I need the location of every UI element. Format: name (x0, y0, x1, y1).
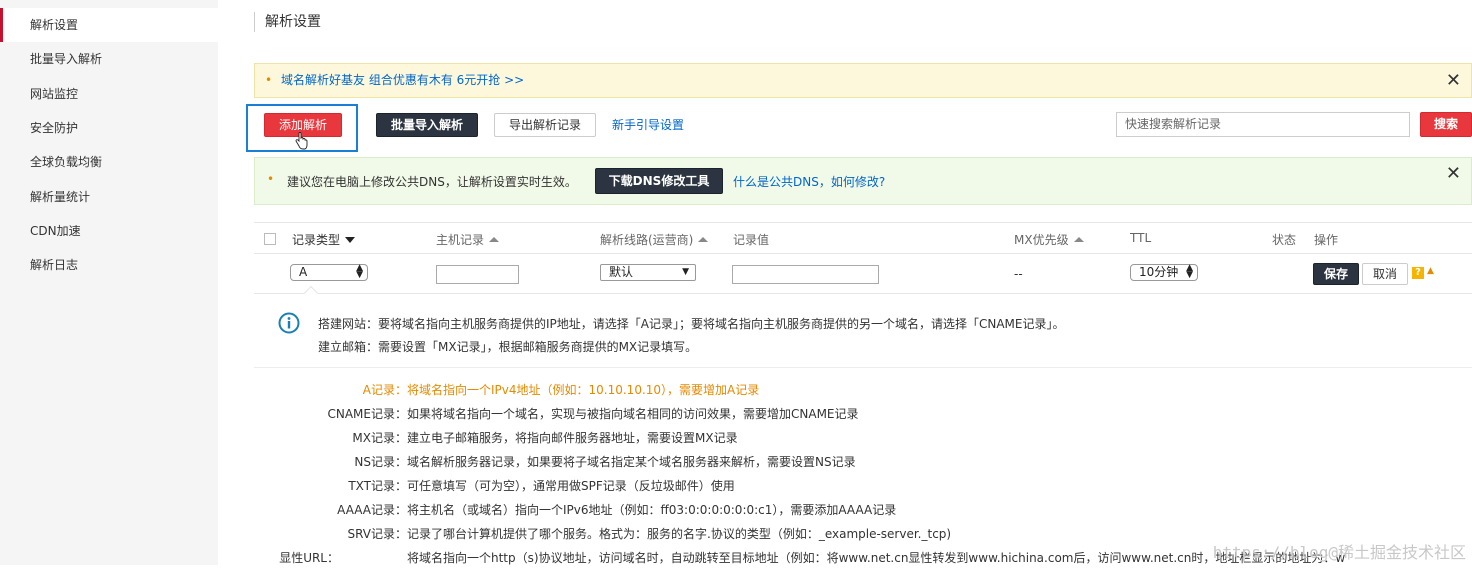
tip-text: 建议您在电脑上修改公共DNS，让解析设置实时生效。 (287, 173, 577, 190)
select-all-checkbox[interactable] (264, 233, 276, 245)
close-icon[interactable]: ✕ (1446, 64, 1461, 97)
col-action: 操作 (1314, 231, 1338, 248)
sidebar-item-load-balance[interactable]: 全球负载均衡 (0, 145, 218, 179)
promo-link[interactable]: 域名解析好基友 组合优惠有木有 6元开抢 >> (281, 73, 524, 87)
edit-row: A▲▼ 默认▼ -- 10分钟▲▼ 保存 取消 ? ▲ (254, 255, 1472, 293)
col-status: 状态 (1272, 231, 1296, 248)
cancel-button[interactable]: 取消 (1362, 263, 1408, 285)
info-icon (278, 312, 300, 334)
page-title: 解析设置 (254, 12, 321, 32)
record-desc-mx: MX记录：建立电子邮箱服务，将指向邮件服务器地址，需要设置MX记录 (254, 429, 1472, 449)
record-desc-txt: TXT记录：可任意填写（可为空），通常用做SPF记录（反垃圾邮件）使用 (254, 477, 1472, 497)
ttl-select[interactable]: 10分钟▲▼ (1130, 264, 1198, 281)
sort-up-icon (698, 237, 708, 242)
search-button[interactable]: 搜索 (1420, 112, 1472, 137)
record-desc-aaaa: AAAA记录：将主机名（或域名）指向一个IPv6地址（例如：ff03:0:0:0… (254, 501, 1472, 521)
record-type-select[interactable]: A▲▼ (290, 264, 368, 281)
col-value: 记录值 (733, 231, 769, 248)
col-ttl: TTL (1130, 231, 1151, 245)
sidebar-item-statistics[interactable]: 解析量统计 (0, 180, 218, 214)
sort-up-icon (1074, 237, 1084, 242)
sidebar-item-cdn[interactable]: CDN加速 (0, 214, 218, 248)
sidebar-item-dns-settings[interactable]: 解析设置 (0, 8, 218, 42)
batch-import-button[interactable]: 批量导入解析 (376, 113, 478, 137)
line-select[interactable]: 默认▼ (600, 264, 696, 281)
search-input[interactable]: 快速搜索解析记录 (1116, 112, 1410, 137)
promo-banner: • 域名解析好基友 组合优惠有木有 6元开抢 >> ✕ (254, 63, 1472, 98)
download-dns-tool-button[interactable]: 下载DNS修改工具 (595, 168, 723, 194)
record-value-input[interactable] (732, 265, 879, 284)
sidebar-item-logs[interactable]: 解析日志 (0, 248, 218, 282)
watermark: https://blog@稀土掘金技术社区 (1213, 539, 1466, 563)
export-records-button[interactable]: 导出解析记录 (494, 113, 596, 137)
public-dns-help-link[interactable]: 什么是公共DNS，如何修改? (733, 173, 885, 190)
record-desc-cname: CNAME记录：如果将域名指向一个域名，实现与被指向域名相同的访问效果，需要增加… (254, 405, 1472, 425)
help-panel: 搭建网站：要将域名指向主机服务商提供的IP地址，请选择「A记录」；要将域名指向主… (254, 293, 1472, 565)
bullet-icon: • (265, 64, 272, 97)
mx-value: -- (1014, 267, 1023, 281)
sidebar: 解析设置 批量导入解析 网站监控 安全防护 全球负载均衡 解析量统计 CDN加速… (0, 0, 218, 565)
col-mx[interactable]: MX优先级 (1014, 231, 1084, 248)
bullet-icon: • (267, 172, 274, 186)
toolbar: 添加解析 批量导入解析 导出解析记录 新手引导设置 快速搜索解析记录 搜索 (246, 104, 1472, 152)
help-icon[interactable]: ? (1412, 267, 1424, 279)
expand-icon[interactable]: ▲ (1427, 266, 1434, 276)
stepper-icon: ▲▼ (1186, 265, 1193, 279)
sidebar-item-security[interactable]: 安全防护 (0, 111, 218, 145)
hand-cursor-icon (294, 132, 308, 150)
help-website: 搭建网站：要将域名指向主机服务商提供的IP地址，请选择「A记录」；要将域名指向主… (318, 315, 1065, 332)
col-type[interactable]: 记录类型 (292, 231, 355, 248)
col-line[interactable]: 解析线路(运营商) (600, 231, 708, 248)
main-content: 解析设置 • 域名解析好基友 组合优惠有木有 6元开抢 >> ✕ 添加解析 批量… (218, 0, 1472, 565)
sidebar-item-site-monitor[interactable]: 网站监控 (0, 77, 218, 111)
beginner-guide-link[interactable]: 新手引导设置 (612, 116, 684, 133)
table-header: 记录类型 主机记录 解析线路(运营商) 记录值 MX优先级 TTL 状态 操作 (254, 222, 1472, 254)
close-icon[interactable]: ✕ (1446, 163, 1461, 184)
sort-down-icon (345, 237, 355, 243)
dns-tip-banner: • 建议您在电脑上修改公共DNS，让解析设置实时生效。 下载DNS修改工具 什么… (254, 157, 1472, 205)
save-button[interactable]: 保存 (1313, 263, 1359, 285)
sidebar-item-batch-import[interactable]: 批量导入解析 (0, 42, 218, 76)
divider (254, 367, 1472, 368)
sort-up-icon (489, 237, 499, 242)
host-input[interactable] (436, 265, 519, 284)
dropdown-icon: ▼ (682, 265, 689, 280)
col-host[interactable]: 主机记录 (436, 231, 499, 248)
stepper-icon: ▲▼ (356, 265, 363, 279)
help-email: 建立邮箱：需要设置「MX记录」，根据邮箱服务商提供的MX记录填写。 (318, 338, 697, 355)
record-desc-a: A记录：将域名指向一个IPv4地址（例如：10.10.10.10），需要增加A记… (254, 381, 1472, 401)
record-desc-ns: NS记录：域名解析服务器记录，如果要将子域名指定某个域名服务器来解析，需要设置N… (254, 453, 1472, 473)
